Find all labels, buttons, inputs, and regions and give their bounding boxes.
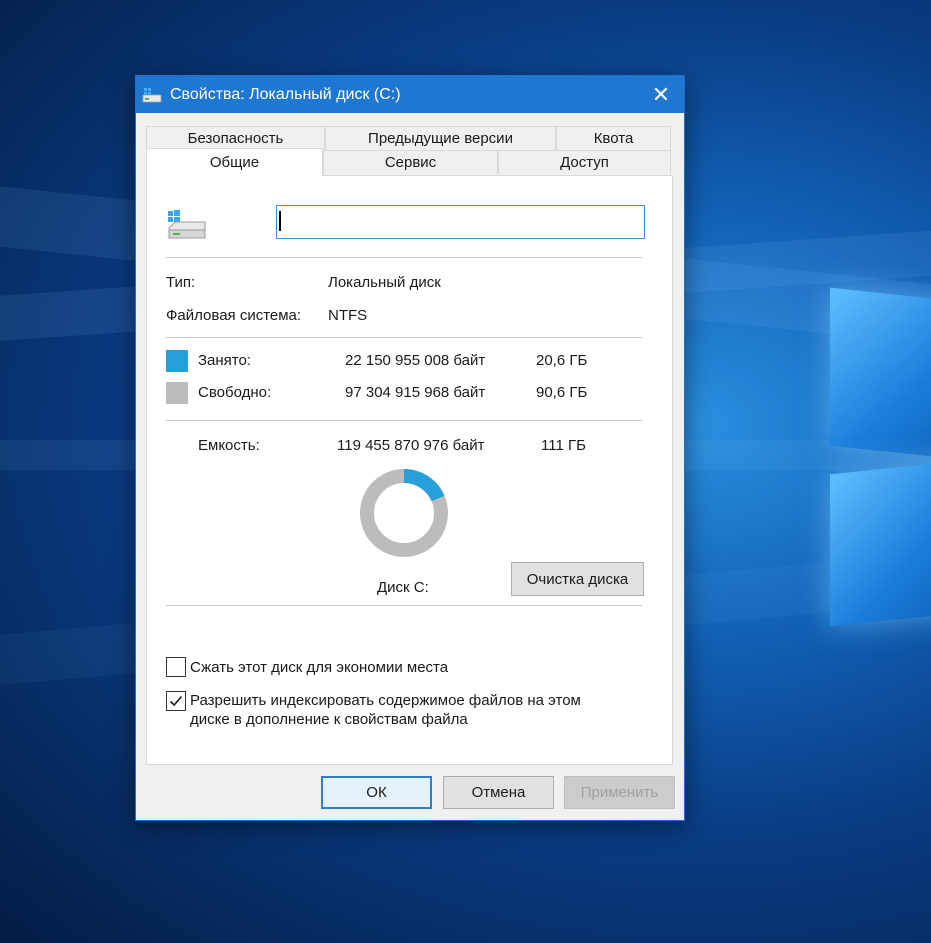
separator: [166, 605, 642, 606]
separator: [166, 337, 642, 338]
capacity-label: Емкость:: [198, 437, 260, 454]
index-label-line1: Разрешить индексировать содержимое файло…: [190, 692, 581, 709]
capacity-bytes: 119 455 870 976 байт: [337, 437, 485, 454]
used-space-gb: 20,6 ГБ: [536, 352, 588, 369]
used-space-label: Занято:: [198, 352, 252, 369]
disk-usage-donut: [360, 469, 448, 557]
checkmark-icon: [169, 695, 183, 707]
window-title: Свойства: Локальный диск (C:): [170, 85, 401, 103]
apply-button[interactable]: Применить: [564, 776, 675, 809]
free-space-label: Свободно:: [198, 384, 272, 401]
free-space-bytes: 97 304 915 968 байт: [345, 384, 486, 401]
title-bar[interactable]: Свойства: Локальный диск (C:) ✕: [136, 76, 684, 113]
filesystem-value: NTFS: [328, 307, 368, 324]
index-checkbox[interactable]: [166, 691, 186, 711]
separator: [166, 257, 642, 258]
text-caret: [279, 211, 281, 231]
compress-label: Сжать этот диск для экономии места: [190, 659, 449, 676]
tab-tools[interactable]: Сервис: [323, 150, 498, 174]
properties-dialog: Свойства: Локальный диск (C:) ✕ Безопасн…: [135, 75, 685, 821]
windows-logo: [830, 287, 931, 635]
cancel-button[interactable]: Отмена: [443, 776, 554, 809]
filesystem-label: Файловая система:: [166, 307, 302, 324]
free-space-gb: 90,6 ГБ: [536, 384, 588, 401]
type-label: Тип:: [166, 274, 196, 291]
disk-label: Диск C:: [377, 579, 429, 596]
volume-name-input[interactable]: [276, 205, 645, 239]
compress-checkbox[interactable]: [166, 657, 186, 677]
tab-sharing[interactable]: Доступ: [498, 150, 671, 174]
hard-drive-icon: [167, 208, 207, 242]
used-space-bytes: 22 150 955 008 байт: [345, 352, 486, 369]
drive-icon: [142, 85, 162, 105]
separator: [166, 420, 642, 421]
capacity-gb: 111 ГБ: [541, 437, 586, 454]
used-space-swatch: [166, 350, 188, 372]
close-button[interactable]: ✕: [638, 76, 684, 113]
tab-quota[interactable]: Квота: [556, 126, 671, 150]
free-space-swatch: [166, 382, 188, 404]
tab-general[interactable]: Общие: [146, 148, 323, 176]
tab-security[interactable]: Безопасность: [146, 126, 325, 150]
close-icon: ✕: [651, 81, 671, 107]
ok-button[interactable]: ОК: [321, 776, 432, 809]
general-panel: Тип: Локальный диск Файловая система: NT…: [146, 175, 673, 765]
index-label-line2: диске в дополнение к свойствам файла: [190, 711, 468, 728]
disk-cleanup-button[interactable]: Очистка диска: [511, 562, 644, 596]
type-value: Локальный диск: [328, 274, 441, 291]
tab-previous-versions[interactable]: Предыдущие версии: [325, 126, 556, 150]
